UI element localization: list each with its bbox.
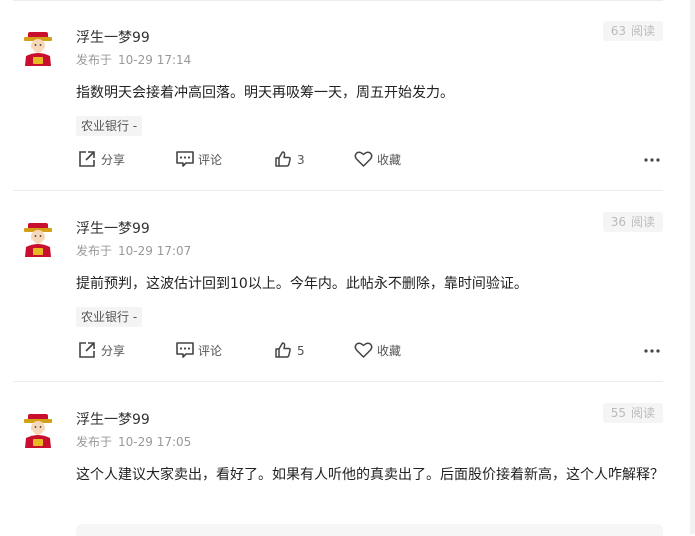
heart-icon [354, 151, 373, 167]
post-meta: 发布于 10-29 17:07 [76, 242, 191, 259]
caishen-avatar-icon[interactable] [20, 412, 56, 448]
comment-icon [176, 342, 194, 358]
published-prefix: 发布于 [76, 244, 113, 258]
post-date: 10-29 17:07 [118, 244, 192, 258]
views-count: 55 [610, 406, 626, 420]
author-name[interactable]: 浮生一梦99 [76, 409, 150, 429]
like-count: 3 [297, 153, 305, 167]
views-label: 阅读 [630, 215, 655, 229]
post-card: 浮生一梦99 发布于 10-29 17:05 55 阅读 这个人建议大家卖出，看好了… [13, 382, 664, 536]
collect-label: 收藏 [377, 344, 402, 358]
share-label: 分享 [101, 153, 126, 167]
share-label: 分享 [101, 344, 126, 358]
author-name[interactable]: 浮生一梦99 [76, 218, 150, 238]
share-icon [79, 151, 95, 167]
post-content: 提前预判，这波估计回到10以上。今年内。此帖永不删除，靠时间验证。 [76, 276, 528, 292]
thumbs-up-icon [275, 342, 291, 358]
views-count: 36 [610, 215, 626, 229]
comment-icon [176, 151, 194, 167]
stock-tag[interactable]: 农业银行 - [76, 307, 143, 327]
collect-label: 收藏 [377, 153, 402, 167]
stock-tag[interactable]: 农业银行 - [76, 116, 143, 136]
views-label: 阅读 [630, 24, 655, 38]
post-date: 10-29 17:14 [118, 53, 192, 67]
views-count: 63 [610, 24, 626, 38]
post-card: 浮生一梦99 发布于 10-29 17:14 63 阅读 指数明天会接着冲高回落。明… [13, 0, 663, 191]
post-content: 指数明天会接着冲高回落。明天再吸筹一天，周五开始发力。 [76, 85, 454, 101]
page-scroll-edge [690, 0, 695, 534]
caishen-avatar-icon[interactable] [20, 221, 56, 257]
more-dots-icon[interactable] [643, 154, 661, 166]
comment-label: 评论 [198, 153, 223, 167]
caishen-avatar-icon[interactable] [20, 30, 56, 66]
share-icon [79, 342, 95, 358]
views-badge: 55 阅读 [602, 403, 663, 423]
published-prefix: 发布于 [76, 435, 113, 449]
thumbs-up-icon [275, 151, 291, 167]
post-card: 浮生一梦99 发布于 10-29 17:07 36 阅读 提前预判，这波估计回到10… [13, 191, 663, 382]
heart-icon [354, 342, 373, 358]
more-dots-icon[interactable] [643, 345, 661, 357]
author-name[interactable]: 浮生一梦99 [76, 27, 150, 47]
published-prefix: 发布于 [76, 53, 113, 67]
comment-label: 评论 [198, 344, 223, 358]
views-badge: 36 阅读 [602, 212, 663, 232]
next-block-edge [76, 524, 663, 536]
post-meta: 发布于 10-29 17:14 [76, 51, 191, 68]
views-label: 阅读 [630, 406, 655, 420]
post-content: 这个人建议大家卖出，看好了。如果有人听他的真卖出了。后面股价接着新高，这个人咋解… [76, 467, 664, 483]
post-meta: 发布于 10-29 17:05 [76, 433, 191, 450]
views-badge: 63 阅读 [602, 21, 663, 41]
post-date: 10-29 17:05 [118, 435, 192, 449]
like-count: 5 [297, 344, 305, 358]
